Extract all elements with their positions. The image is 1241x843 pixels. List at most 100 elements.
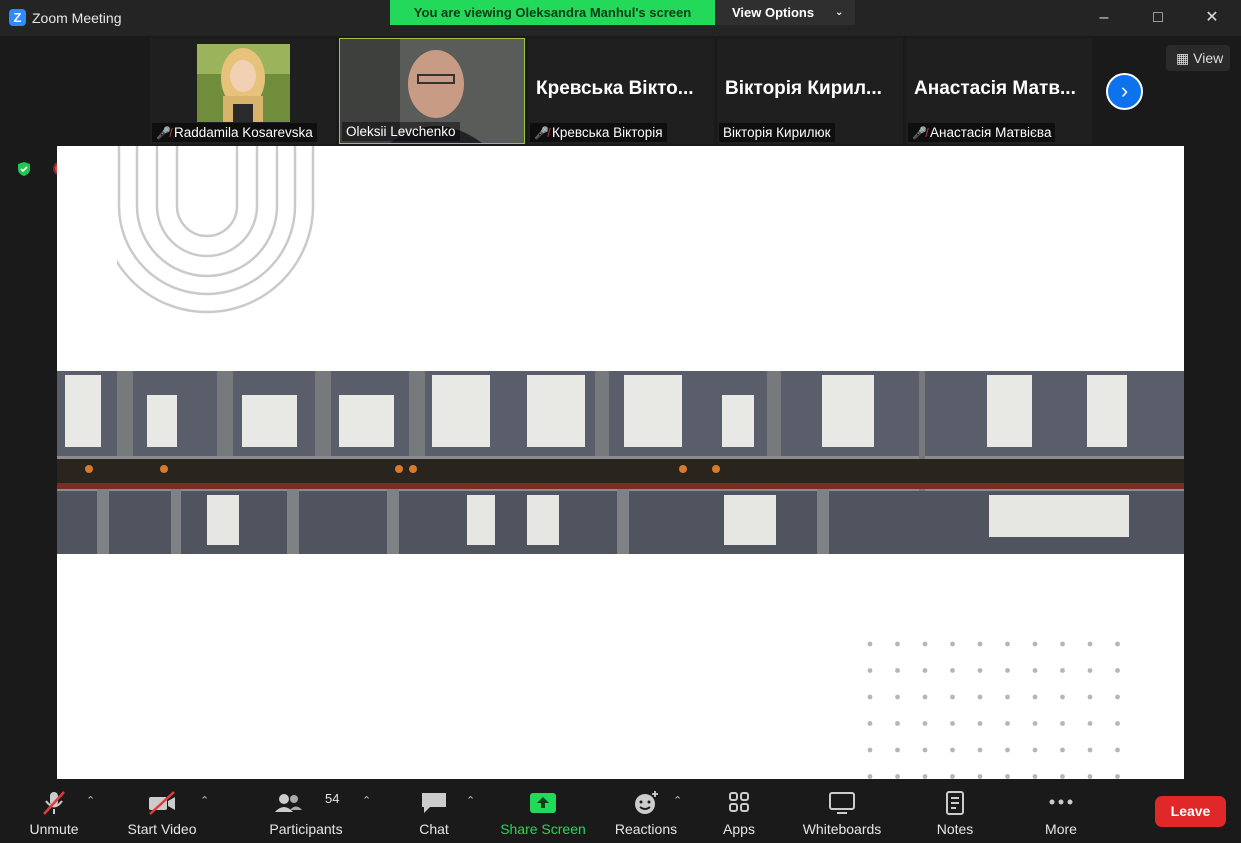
unmute-button[interactable]: Unmute	[14, 780, 94, 843]
participant-strip: 🎤̸ Raddamila Kosarevska Oleksii Levchenko…	[150, 38, 1092, 144]
decorative-dot	[922, 721, 928, 726]
decorative-dot	[977, 694, 983, 700]
whiteboard-icon	[829, 792, 855, 814]
notes-label: Notes	[936, 821, 974, 837]
decorative-dot	[922, 747, 928, 753]
whiteboards-label: Whiteboards	[802, 821, 882, 837]
whiteboards-button[interactable]: Whiteboards	[792, 780, 892, 843]
chevron-down-icon: ⌄	[835, 7, 844, 18]
decorative-dot	[867, 721, 873, 726]
decorative-dot	[1115, 721, 1120, 726]
decorative-dot	[895, 721, 900, 726]
zoom-logo-icon: Z	[9, 9, 26, 26]
decorative-dot	[895, 641, 900, 647]
participant-tile-active-speaker[interactable]: Oleksii Levchenko	[339, 38, 525, 144]
muted-mic-icon	[43, 791, 65, 815]
decorative-dot	[950, 721, 955, 726]
decorative-dot	[867, 774, 873, 779]
window-title: Zoom Meeting	[32, 10, 122, 26]
decorative-dot	[1087, 694, 1093, 700]
decorative-dot	[1032, 747, 1038, 753]
participant-tile[interactable]: Анастасія Матв... 🎤̸ Анастасія Матвієва	[906, 38, 1092, 144]
participants-icon	[275, 794, 303, 812]
participant-tile[interactable]: 🎤̸ Raddamila Kosarevska	[150, 38, 336, 144]
decorative-dot	[1060, 721, 1065, 726]
decorative-dot	[1087, 641, 1093, 647]
unmute-label: Unmute	[29, 821, 79, 837]
close-icon[interactable]: ✕	[1200, 6, 1224, 30]
minimize-icon[interactable]: –	[1092, 6, 1116, 30]
participant-name: Oleksii Levchenko	[346, 124, 456, 139]
view-layout-button[interactable]: ▦ View	[1166, 45, 1230, 71]
start-video-button[interactable]: Start Video	[118, 780, 206, 843]
apps-label: Apps	[723, 821, 755, 837]
shared-screen	[57, 146, 1184, 779]
participant-name: Raddamila Kosarevska	[174, 125, 313, 140]
decorative-dot	[1060, 747, 1065, 753]
chat-options-caret-icon[interactable]: ⌃	[466, 794, 475, 807]
participant-name: Анастасія Матвієва	[930, 125, 1052, 140]
video-options-caret-icon[interactable]: ⌃	[200, 794, 209, 807]
muted-mic-icon: 🎤̸	[912, 126, 927, 140]
decorative-dot	[1087, 747, 1093, 753]
decorative-dot	[977, 721, 983, 726]
decorative-dot	[895, 694, 900, 700]
decorative-dot	[1060, 668, 1065, 673]
meeting-toolbar: Unmute ⌃ Start Video ⌃ 54 Participants ⌃…	[0, 780, 1241, 843]
decorative-dot	[950, 694, 955, 700]
more-label: More	[1045, 821, 1077, 837]
participant-name: Вікторія Кирилюк	[723, 125, 831, 140]
decorative-dot	[1005, 747, 1010, 753]
decorative-dot	[950, 774, 955, 779]
participant-display-name: Вікторія Кирил...	[725, 78, 882, 99]
decorative-dot	[1060, 694, 1065, 700]
decorative-dot	[1005, 721, 1010, 726]
participant-photo	[197, 44, 290, 122]
view-options-label: View Options	[732, 5, 815, 20]
audio-options-caret-icon[interactable]: ⌃	[86, 794, 95, 807]
more-button[interactable]: More	[1031, 780, 1091, 843]
reactions-button[interactable]: Reactions	[608, 780, 684, 843]
decorative-dot	[922, 668, 928, 673]
participants-count: 54	[325, 791, 340, 806]
notes-button[interactable]: Notes	[925, 780, 985, 843]
security-shield-icon[interactable]	[16, 161, 32, 177]
decorative-dot	[1032, 668, 1038, 673]
apps-button[interactable]: Apps	[710, 780, 768, 843]
decorative-dot	[1115, 694, 1120, 700]
share-screen-label: Share Screen	[500, 821, 586, 837]
participants-label: Participants	[269, 821, 343, 837]
reactions-options-caret-icon[interactable]: ⌃	[673, 794, 682, 807]
decorative-dot	[922, 694, 928, 700]
decorative-dot	[977, 774, 983, 779]
decorative-dot	[895, 774, 900, 779]
leave-button[interactable]: Leave	[1155, 796, 1226, 827]
reactions-icon	[635, 791, 658, 814]
decorative-dot	[1032, 721, 1038, 726]
maximize-icon[interactable]: □	[1146, 6, 1170, 30]
participant-tile[interactable]: Кревська Вікто... 🎤̸ Кревська Вікторія	[528, 38, 714, 144]
decorative-dot	[1060, 641, 1065, 647]
participants-options-caret-icon[interactable]: ⌃	[362, 794, 371, 807]
apps-icon	[729, 792, 749, 812]
participants-button[interactable]: 54 Participants	[262, 780, 350, 843]
view-options-button[interactable]: View Options ⌄	[715, 0, 855, 25]
more-dots-icon	[1049, 799, 1073, 805]
decorative-dot	[867, 694, 873, 700]
decorative-dot-grid	[867, 641, 1120, 779]
chat-icon	[422, 793, 446, 813]
participant-name: Кревська Вікторія	[552, 125, 663, 140]
share-screen-button[interactable]: Share Screen	[497, 780, 589, 843]
decorative-dot	[950, 641, 955, 647]
start-video-label: Start Video	[127, 821, 197, 837]
participant-display-name: Кревська Вікто...	[536, 78, 694, 99]
next-page-arrow-icon[interactable]: ›	[1106, 73, 1143, 110]
chat-button[interactable]: Chat	[404, 780, 464, 843]
decorative-dot	[1005, 694, 1010, 700]
decorative-dot	[1032, 641, 1038, 647]
chat-label: Chat	[419, 821, 449, 837]
participant-tile[interactable]: Вікторія Кирил... Вікторія Кирилюк	[717, 38, 903, 144]
decorative-dot	[1115, 641, 1120, 647]
muted-mic-icon: 🎤̸	[534, 126, 549, 140]
decorative-dot	[977, 747, 983, 753]
